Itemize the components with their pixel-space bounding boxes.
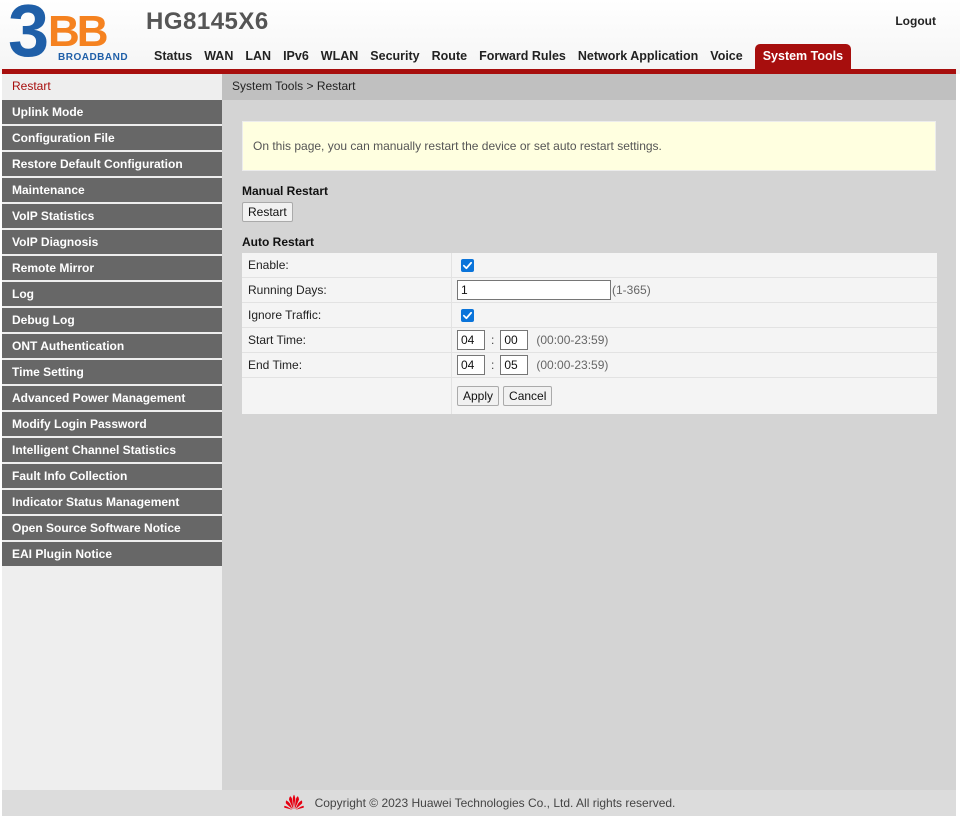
start-minute-input[interactable]	[500, 330, 529, 350]
sidebar-item-remote-mirror[interactable]: Remote Mirror	[2, 256, 222, 282]
manual-restart-title: Manual Restart	[242, 184, 329, 198]
ignore-traffic-checkbox[interactable]	[461, 308, 474, 322]
enable-checkbox[interactable]	[461, 258, 474, 272]
restart-button[interactable]: Restart	[242, 202, 293, 222]
nav-tab-route[interactable]: Route	[426, 44, 473, 69]
sidebar-item-configuration-file[interactable]: Configuration File	[2, 126, 222, 152]
page-description: On this page, you can manually restart t…	[242, 121, 936, 171]
nav-tab-status[interactable]: Status	[148, 44, 198, 69]
auto-restart-title: Auto Restart	[242, 235, 315, 249]
start-hour-input[interactable]	[457, 330, 485, 350]
brand-logo: 3 BB BROADBAND	[8, 0, 136, 68]
form-buttons-row: Apply Cancel	[242, 378, 937, 414]
top-nav: Status WAN LAN IPv6 WLAN Security Route …	[148, 44, 852, 69]
end-time-label: End Time:	[242, 353, 452, 377]
nav-tab-ipv6[interactable]: IPv6	[277, 44, 315, 69]
breadcrumb: System Tools > Restart	[222, 74, 956, 100]
start-time-row: Start Time: : (00:00-23:59)	[242, 328, 937, 353]
sidebar-item-uplink-mode[interactable]: Uplink Mode	[2, 100, 222, 126]
running-days-row: Running Days: (1-365)	[242, 278, 937, 303]
nav-tab-lan[interactable]: LAN	[239, 44, 277, 69]
sidebar-item-indicator-status-management[interactable]: Indicator Status Management	[2, 490, 222, 516]
logout-link[interactable]: Logout	[895, 14, 936, 28]
nav-tab-voice[interactable]: Voice	[704, 44, 748, 69]
header: 3 BB BROADBAND HG8145X6 Logout Status WA…	[0, 0, 960, 74]
footer: Copyright © 2023 Huawei Technologies Co.…	[2, 790, 956, 816]
sidebar-item-ont-authentication[interactable]: ONT Authentication	[2, 334, 222, 360]
enable-row: Enable:	[242, 253, 937, 278]
ignore-traffic-row: Ignore Traffic:	[242, 303, 937, 328]
logo-subtitle: BROADBAND	[58, 52, 129, 63]
running-days-hint: (1-365)	[612, 283, 651, 297]
end-time-hint: (00:00-23:59)	[536, 358, 609, 372]
sidebar-item-fault-info-collection[interactable]: Fault Info Collection	[2, 464, 222, 490]
ignore-traffic-label: Ignore Traffic:	[242, 303, 452, 327]
nav-tab-system-tools[interactable]: System Tools	[754, 44, 852, 69]
sidebar-item-debug-log[interactable]: Debug Log	[2, 308, 222, 334]
sidebar: Restart Uplink Mode Configuration File R…	[2, 74, 222, 790]
start-time-separator: :	[491, 333, 495, 347]
nav-tab-wan[interactable]: WAN	[198, 44, 239, 69]
huawei-logo-icon	[283, 793, 305, 814]
end-time-separator: :	[491, 358, 495, 372]
nav-tab-wlan[interactable]: WLAN	[315, 44, 365, 69]
main-content: System Tools > Restart On this page, you…	[222, 74, 956, 790]
nav-tab-forward-rules[interactable]: Forward Rules	[473, 44, 572, 69]
sidebar-item-maintenance[interactable]: Maintenance	[2, 178, 222, 204]
start-time-label: Start Time:	[242, 328, 452, 352]
sidebar-item-voip-statistics[interactable]: VoIP Statistics	[2, 204, 222, 230]
start-time-hint: (00:00-23:59)	[536, 333, 609, 347]
running-days-input[interactable]	[457, 280, 611, 300]
sidebar-item-eai-plugin-notice[interactable]: EAI Plugin Notice	[2, 542, 222, 568]
nav-tab-security[interactable]: Security	[364, 44, 425, 69]
copyright-text: Copyright © 2023 Huawei Technologies Co.…	[314, 796, 676, 810]
end-minute-input[interactable]	[500, 355, 529, 375]
sidebar-item-advanced-power-management[interactable]: Advanced Power Management	[2, 386, 222, 412]
running-days-label: Running Days:	[242, 278, 452, 302]
sidebar-item-open-source-notice[interactable]: Open Source Software Notice	[2, 516, 222, 542]
sidebar-item-modify-login-password[interactable]: Modify Login Password	[2, 412, 222, 438]
cancel-button[interactable]: Cancel	[503, 386, 553, 406]
sidebar-item-time-setting[interactable]: Time Setting	[2, 360, 222, 386]
logo-letters: BB	[48, 7, 109, 56]
sidebar-item-restart[interactable]: Restart	[2, 74, 222, 100]
sidebar-item-log[interactable]: Log	[2, 282, 222, 308]
apply-button[interactable]: Apply	[457, 386, 500, 406]
end-hour-input[interactable]	[457, 355, 485, 375]
auto-restart-form: Enable: Running Days: (1-365) Ignore Tra…	[242, 253, 937, 414]
logo-numeral: 3	[8, 0, 49, 72]
sidebar-item-intelligent-channel-statistics[interactable]: Intelligent Channel Statistics	[2, 438, 222, 464]
sidebar-item-voip-diagnosis[interactable]: VoIP Diagnosis	[2, 230, 222, 256]
enable-label: Enable:	[242, 253, 452, 277]
device-model: HG8145X6	[146, 8, 269, 35]
nav-tab-network-application[interactable]: Network Application	[572, 44, 704, 69]
sidebar-item-restore-default[interactable]: Restore Default Configuration	[2, 152, 222, 178]
end-time-row: End Time: : (00:00-23:59)	[242, 353, 937, 378]
